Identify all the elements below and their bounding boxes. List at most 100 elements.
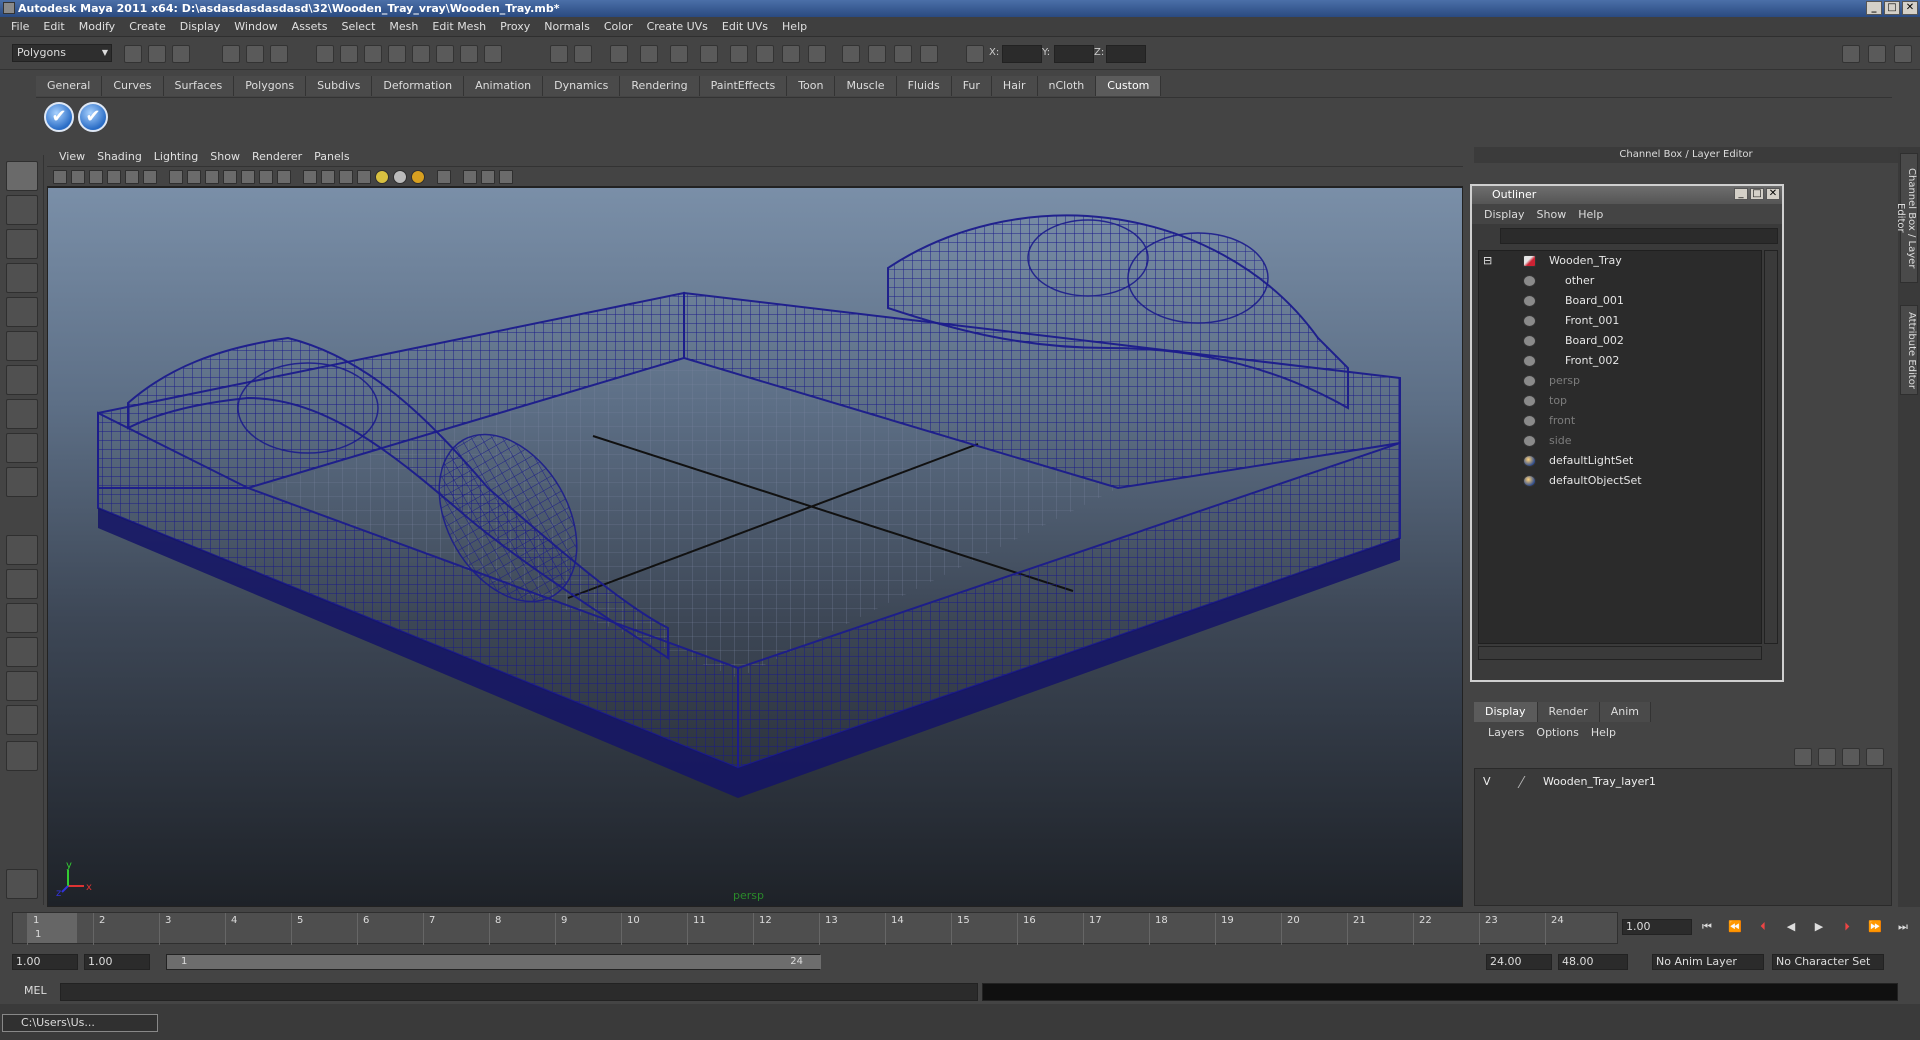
smooth-shade-icon[interactable] — [321, 170, 335, 184]
viewport-menu-show[interactable]: Show — [204, 150, 246, 163]
layer-menu-options[interactable]: Options — [1530, 726, 1584, 739]
new-scene-icon[interactable] — [124, 45, 142, 63]
menu-edit-mesh[interactable]: Edit Mesh — [425, 20, 493, 33]
step-back-frame-icon[interactable]: ⏪ — [1726, 918, 1744, 936]
shelf-tab-general[interactable]: General — [36, 76, 103, 96]
scale-tool-icon[interactable] — [6, 331, 38, 361]
show-manipulator-icon[interactable] — [6, 433, 38, 463]
use-all-lights-icon[interactable] — [393, 170, 407, 184]
tool-settings-icon[interactable] — [808, 45, 826, 63]
brush-icon[interactable] — [6, 869, 38, 899]
viewport-menu-view[interactable]: View — [53, 150, 91, 163]
shelf-tab-muscle[interactable]: Muscle — [835, 76, 897, 96]
minimized-window-tab[interactable]: C:\Users\Us... — [2, 1014, 158, 1032]
menu-create-uvs[interactable]: Create UVs — [640, 20, 715, 33]
open-scene-icon[interactable] — [148, 45, 166, 63]
step-back-key-icon[interactable]: ⏴ — [1754, 918, 1772, 936]
menu-color[interactable]: Color — [597, 20, 640, 33]
side-tab-channel-box[interactable]: Channel Box / Layer Editor — [1895, 153, 1918, 283]
channel-box-toggle-icon[interactable] — [842, 45, 860, 63]
menu-proxy[interactable]: Proxy — [493, 20, 537, 33]
animation-start-field[interactable]: 1.00 — [12, 954, 78, 970]
outliner-horizontal-scrollbar[interactable] — [1478, 646, 1762, 660]
character-set-dropdown[interactable]: No Character Set — [1772, 954, 1884, 970]
layer-tab-display[interactable]: Display — [1474, 702, 1538, 722]
outliner-item-board-001[interactable]: Board_001 — [1565, 291, 1624, 311]
shelf-tab-toon[interactable]: Toon — [787, 76, 836, 96]
outliner-maximize-button[interactable]: □ — [1750, 188, 1764, 200]
menu-window[interactable]: Window — [227, 20, 284, 33]
menu-help[interactable]: Help — [775, 20, 814, 33]
play-backward-icon[interactable]: ◀ — [1782, 918, 1800, 936]
textured-icon[interactable] — [357, 170, 371, 184]
lock-icon[interactable] — [550, 45, 568, 63]
last-tool-icon[interactable] — [6, 467, 38, 497]
time-slider[interactable]: 1 1 2 3 4 5 6 7 8 9 10 11 12 13 14 15 16… — [12, 912, 1618, 945]
menu-mesh[interactable]: Mesh — [382, 20, 425, 33]
side-tab-attribute-editor[interactable]: Attribute Editor — [1900, 305, 1918, 395]
new-layer-icon[interactable] — [1842, 748, 1860, 766]
select-camera-icon[interactable] — [53, 170, 67, 184]
camera-attributes-icon[interactable] — [71, 170, 85, 184]
wireframe-on-shaded-icon[interactable] — [339, 170, 353, 184]
film-gate-icon[interactable] — [187, 170, 201, 184]
select-component-icon[interactable] — [270, 45, 288, 63]
image-plane-icon[interactable] — [107, 170, 121, 184]
layer-tab-render[interactable]: Render — [1537, 702, 1600, 722]
snap-curve-icon[interactable] — [340, 45, 358, 63]
wireframe-icon[interactable] — [303, 170, 317, 184]
outliner-item-persp[interactable]: persp — [1549, 371, 1580, 391]
step-forward-frame-icon[interactable]: ⏩ — [1866, 918, 1884, 936]
show-attribute-editor-icon[interactable] — [1868, 45, 1886, 63]
select-tool-icon[interactable] — [6, 161, 38, 191]
render-settings-icon[interactable] — [700, 45, 718, 63]
outliner-item-wooden-tray[interactable]: Wooden_Tray — [1549, 251, 1622, 271]
field-chart-icon[interactable] — [241, 170, 255, 184]
xray-joints-icon[interactable] — [481, 170, 495, 184]
outliner-item-default-object-set[interactable]: defaultObjectSet — [1549, 471, 1642, 491]
playback-end-field[interactable]: 24.00 — [1486, 954, 1552, 970]
outliner-item-front-002[interactable]: Front_002 — [1565, 351, 1619, 371]
layer-move-down-icon[interactable] — [1818, 748, 1836, 766]
input-line-icon[interactable] — [756, 45, 774, 63]
universal-manipulator-icon[interactable] — [6, 365, 38, 395]
menu-set-selector[interactable]: Polygons — [12, 44, 112, 62]
shelf-tab-surfaces[interactable]: Surfaces — [163, 76, 235, 96]
shelf-tab-fur[interactable]: Fur — [951, 76, 992, 96]
current-frame-field[interactable]: 1.00 — [1622, 919, 1692, 935]
lasso-tool-icon[interactable] — [6, 195, 38, 225]
layer-menu-layers[interactable]: Layers — [1482, 726, 1530, 739]
transform-field-icon[interactable] — [966, 45, 984, 63]
move-tool-icon[interactable] — [6, 263, 38, 293]
maximize-button[interactable]: □ — [1884, 1, 1900, 15]
snap-plane-icon[interactable] — [388, 45, 406, 63]
custom-layout-icon[interactable] — [6, 705, 38, 735]
menu-assets[interactable]: Assets — [285, 20, 335, 33]
shelf-tab-custom[interactable]: Custom — [1096, 76, 1162, 96]
z-field[interactable] — [1106, 45, 1146, 63]
menu-display[interactable]: Display — [173, 20, 228, 33]
history-icon[interactable] — [460, 45, 478, 63]
backface-culling-icon[interactable] — [499, 170, 513, 184]
layer-tab-anim[interactable]: Anim — [1599, 702, 1651, 722]
layer-row[interactable]: V Wooden_Tray_layer1 — [1479, 773, 1887, 791]
play-forward-icon[interactable]: ▶ — [1810, 918, 1828, 936]
outliner-menu-show[interactable]: Show — [1531, 208, 1573, 221]
selection-mask-icon[interactable] — [574, 45, 592, 63]
layer-editor-toggle-icon[interactable] — [868, 45, 886, 63]
select-hierarchy-icon[interactable] — [222, 45, 240, 63]
y-field[interactable] — [1054, 45, 1094, 63]
bookmark-icon[interactable] — [89, 170, 103, 184]
viewport-menu-lighting[interactable]: Lighting — [148, 150, 204, 163]
playback-start-field[interactable]: 1.00 — [84, 954, 150, 970]
single-view-layout-icon[interactable] — [6, 535, 38, 565]
collapse-toggle-icon[interactable]: ⊟ — [1483, 251, 1495, 271]
viewport-menu-renderer[interactable]: Renderer — [246, 150, 308, 163]
menu-create[interactable]: Create — [122, 20, 173, 33]
shelf-tab-deformation[interactable]: Deformation — [372, 76, 465, 96]
outliner-close-button[interactable]: ✕ — [1766, 188, 1780, 200]
shelf-tab-curves[interactable]: Curves — [102, 76, 164, 96]
outliner-minimize-button[interactable]: _ — [1734, 188, 1748, 200]
layer-visibility-toggle[interactable]: V — [1483, 773, 1491, 791]
outliner-menu-display[interactable]: Display — [1478, 208, 1531, 221]
